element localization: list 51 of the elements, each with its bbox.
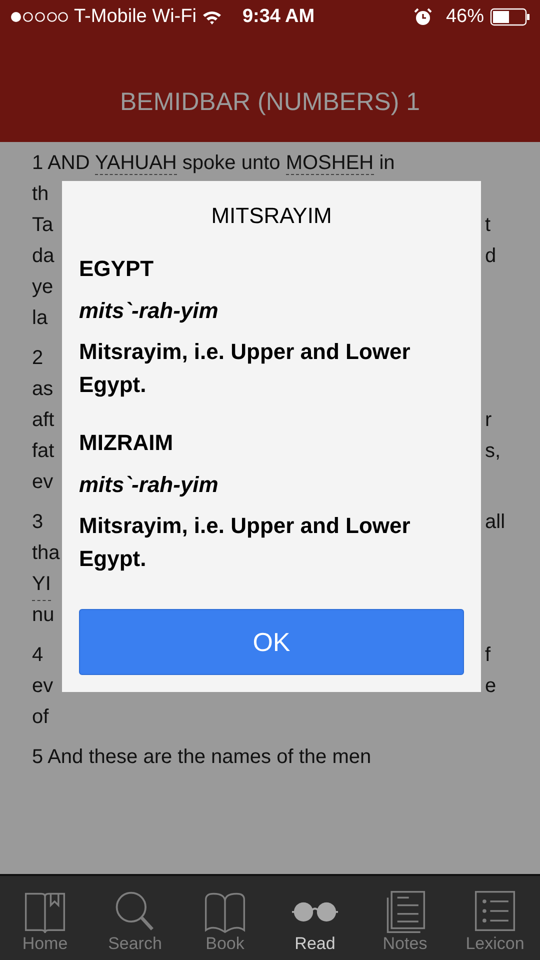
verse-text: s,: [485, 439, 501, 464]
verse-text: d: [485, 244, 496, 269]
verse-text: Ta: [32, 213, 54, 238]
verse-text: ye: [32, 275, 54, 300]
verse-text: 5 And these are the names of the men: [32, 745, 372, 770]
tab-button[interactable]: Notes: [360, 876, 450, 960]
verse-text: ev: [32, 470, 54, 495]
verse-text: da: [32, 244, 54, 269]
verse-text: r: [485, 408, 492, 433]
verse-text: as: [32, 377, 54, 402]
verse-text: 3: [32, 510, 44, 535]
verse-text: 2: [32, 346, 44, 371]
wifi-icon: [202, 10, 222, 24]
verse-text: of: [32, 705, 49, 730]
tab-button[interactable]: Read: [270, 876, 360, 960]
verse-text: t: [485, 213, 491, 238]
verse-text: f: [485, 643, 491, 668]
name-link[interactable]: YI: [32, 569, 51, 601]
chapter-title: BEMIDBAR (NUMBERS) 1: [120, 88, 420, 117]
definition: Mitsrayim, i.e. Upper and Lower Egypt.: [79, 338, 412, 399]
list-icon: [472, 888, 518, 934]
verse-text: tha: [32, 541, 60, 566]
tab-button[interactable]: Book: [180, 876, 270, 960]
verse-text: fat: [32, 439, 54, 464]
pronunciation: mits`-rah-yim: [79, 471, 218, 499]
carrier-name: T-Mobile Wi-Fi: [74, 6, 196, 28]
battery-icon: [490, 8, 530, 26]
tab-button[interactable]: Search: [90, 876, 180, 960]
verse-text: 4: [32, 643, 44, 668]
name-link[interactable]: MOSHEH: [286, 152, 374, 175]
alarm-icon: [414, 8, 432, 26]
verse-text: 1 AND YAHUAH spoke unto MOSHEH in: [32, 151, 395, 177]
verse-text: la: [32, 306, 48, 331]
verse-text: all: [485, 510, 506, 535]
battery-percent: 46%: [446, 6, 484, 28]
status-time: 9:34 AM: [242, 6, 315, 28]
pronunciation: mits`-rah-yim: [79, 297, 218, 325]
verse-text: aft: [32, 408, 54, 433]
dialog-title: MITSRAYIM: [211, 203, 332, 229]
entry-heading: MIZRAIM: [79, 429, 174, 457]
signal-icon: [10, 11, 68, 23]
entry-heading: EGYPT: [79, 255, 154, 283]
verse-text: ev: [32, 674, 54, 699]
tab-button[interactable]: Home: [0, 876, 90, 960]
tab-button[interactable]: Lexicon: [450, 876, 540, 960]
verse-text: nu: [32, 603, 54, 628]
verse-text: th: [32, 182, 49, 207]
ok-button[interactable]: OK: [79, 609, 464, 675]
definition: Mitsrayim, i.e. Upper and Lower Egypt.: [79, 512, 412, 573]
verse-text: e: [485, 674, 496, 699]
name-link[interactable]: YAHUAH: [95, 152, 177, 175]
